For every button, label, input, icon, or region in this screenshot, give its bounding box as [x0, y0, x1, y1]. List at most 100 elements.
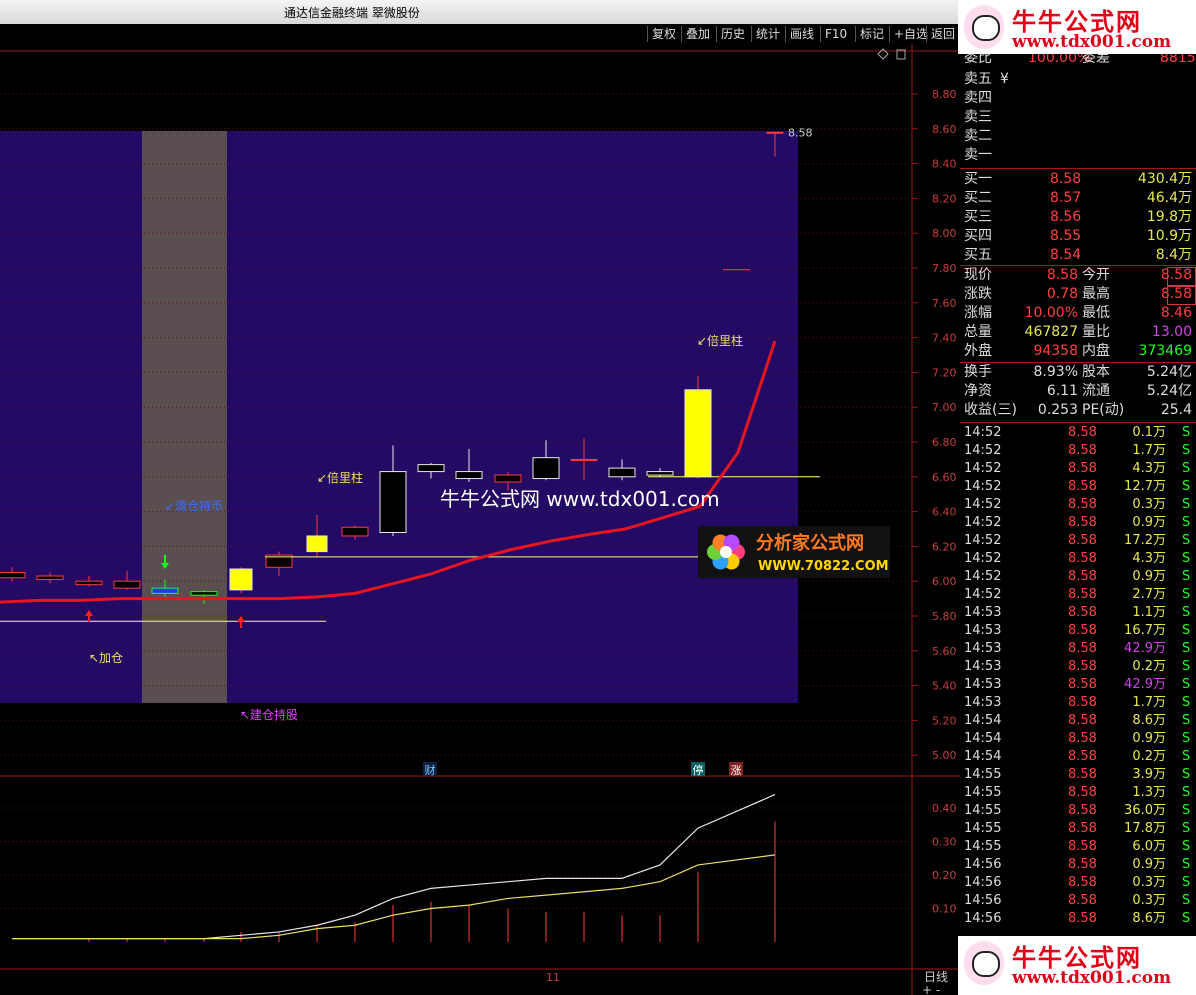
tick-row[interactable]: 14:52 8.58 4.3万 S [964, 460, 1196, 478]
toolbar-button-8[interactable]: 返回 [926, 26, 959, 42]
sell-row: 卖一 [964, 146, 1196, 165]
tick-volume: 12.7万 [1124, 479, 1166, 494]
tick-price: 8.58 [1068, 659, 1097, 674]
tick-volume: 0.3万 [1132, 875, 1166, 890]
candle-body [417, 464, 445, 473]
tick-time: 14:52 [964, 425, 1002, 440]
tick-row[interactable]: 14:53 8.58 1.7万 S [964, 694, 1196, 712]
tick-side: S [1182, 677, 1191, 692]
toolbar-button-6[interactable]: 标记 [855, 26, 888, 42]
tick-row[interactable]: 14:54 8.58 0.9万 S [964, 730, 1196, 748]
chart-watermark: 牛牛公式网 www.tdx001.com [440, 487, 720, 511]
sell-row: 卖三 [964, 108, 1196, 127]
quote-label: 外盘 [964, 343, 992, 359]
tick-row[interactable]: 14:53 8.58 16.7万 S [964, 622, 1196, 640]
tick-price: 8.58 [1068, 425, 1097, 440]
tick-row[interactable]: 14:53 8.58 42.9万 S [964, 640, 1196, 658]
clear-position-zone [142, 131, 227, 703]
event-badge-label: 停 [693, 763, 704, 777]
tick-row[interactable]: 14:52 8.58 0.1万 S [964, 424, 1196, 442]
tick-time: 14:56 [964, 911, 1002, 926]
tick-row[interactable]: 14:54 8.58 8.6万 S [964, 712, 1196, 730]
toolbar-button-5[interactable]: F10 [820, 26, 851, 42]
candle-body [455, 471, 483, 480]
quote-value: 373469 [1138, 343, 1192, 359]
tick-row[interactable]: 14:56 8.58 0.3万 S [964, 892, 1196, 910]
toolbar-button-1[interactable]: 叠加 [681, 26, 714, 42]
tick-volume: 0.2万 [1132, 659, 1166, 674]
event-badge-label: 财 [425, 763, 436, 777]
tick-time: 14:53 [964, 641, 1002, 656]
tick-price: 8.58 [1068, 857, 1097, 872]
tick-volume: 42.9万 [1124, 677, 1166, 692]
candle-body [0, 572, 26, 579]
tick-row[interactable]: 14:52 8.58 2.7万 S [964, 586, 1196, 604]
quote-label: 今开 [1082, 267, 1110, 283]
tick-row[interactable]: 14:52 8.58 4.3万 S [964, 550, 1196, 568]
tick-row[interactable]: 14:52 8.58 0.3万 S [964, 496, 1196, 514]
fundamental-value: 6.11 [1046, 383, 1078, 399]
value-highlight-box [1167, 267, 1196, 286]
tick-volume: 0.2万 [1132, 749, 1166, 764]
tick-row[interactable]: 14:54 8.58 0.2万 S [964, 748, 1196, 766]
tick-row[interactable]: 14:56 8.58 0.3万 S [964, 874, 1196, 892]
tick-volume: 0.1万 [1132, 425, 1166, 440]
tick-time: 14:56 [964, 875, 1002, 890]
date-label: 11 [546, 971, 560, 984]
buy-price: 8.56 [1050, 209, 1082, 225]
tick-price: 8.58 [1068, 479, 1097, 494]
volume-pillar-label: ↙倍里柱 [317, 470, 363, 485]
tick-row[interactable]: 14:55 8.58 17.8万 S [964, 820, 1196, 838]
toolbar-button-4[interactable]: 画线 [785, 26, 818, 42]
tick-row[interactable]: 14:53 8.58 42.9万 S [964, 676, 1196, 694]
tick-row[interactable]: 14:55 8.58 1.3万 S [964, 784, 1196, 802]
tick-row[interactable]: 14:52 8.58 0.9万 S [964, 568, 1196, 586]
kline-chart[interactable]: 8.80 8.60 8.40 8.20 8.00 7.80 7.60 7.40 7.20 7.00… [0, 44, 960, 995]
tick-side: S [1182, 731, 1191, 746]
sell-row: 卖五 ¥ [964, 70, 1196, 89]
tick-time: 14:52 [964, 533, 1002, 548]
tick-row[interactable]: 14:53 8.58 0.2万 S [964, 658, 1196, 676]
toolbar-button-0[interactable]: 复权 [647, 26, 680, 42]
tick-side: S [1182, 857, 1191, 872]
event-badge-label: 涨 [731, 764, 742, 777]
cow-logo-icon [964, 5, 1004, 49]
tick-row[interactable]: 14:55 8.58 6.0万 S [964, 838, 1196, 856]
tick-row[interactable]: 14:52 8.58 0.9万 S [964, 514, 1196, 532]
price-axis-label: 5.20 [932, 714, 957, 727]
tick-row[interactable]: 14:52 8.58 1.7万 S [964, 442, 1196, 460]
tick-time: 14:55 [964, 839, 1002, 854]
sell-row: 卖四 [964, 89, 1196, 108]
tick-row[interactable]: 14:55 8.58 36.0万 S [964, 802, 1196, 820]
tick-row[interactable]: 14:52 8.58 17.2万 S [964, 532, 1196, 550]
tick-volume: 0.3万 [1132, 497, 1166, 512]
tick-side: S [1182, 659, 1191, 674]
candle-body [75, 580, 103, 586]
quote-row: 总量 467827 量比 13.00 [964, 323, 1196, 342]
tick-row[interactable]: 14:53 8.58 1.1万 S [964, 604, 1196, 622]
tick-price: 8.58 [1068, 497, 1097, 512]
price-axis-label: 6.80 [932, 436, 957, 449]
tick-time: 14:56 [964, 857, 1002, 872]
quote-value: 8.46 [1160, 305, 1192, 321]
watermark-top: 牛牛公式网 www.tdx001.com [958, 0, 1196, 54]
tick-volume: 2.7万 [1132, 587, 1166, 602]
tick-row[interactable]: 14:56 8.58 0.9万 S [964, 856, 1196, 874]
tick-row[interactable]: 14:56 8.58 8.6万 S [964, 910, 1196, 928]
price-axis-label: 8.60 [932, 123, 957, 136]
watermark-url: www.tdx001.com [1012, 32, 1172, 52]
fundamental-label: 股本 [1082, 364, 1110, 380]
tick-price: 8.58 [1068, 749, 1097, 764]
tick-row[interactable]: 14:52 8.58 12.7万 S [964, 478, 1196, 496]
tick-row[interactable]: 14:55 8.58 3.9万 S [964, 766, 1196, 784]
quote-label: 涨跌 [964, 286, 992, 302]
fundamental-label: 收益(三) [964, 402, 1017, 418]
candle-body [190, 591, 218, 596]
tick-volume: 8.6万 [1132, 713, 1166, 728]
candle-body [532, 457, 560, 480]
volume-axis-label: 0.30 [932, 836, 957, 849]
toolbar-button-2[interactable]: 历史 [716, 26, 749, 42]
quote-label: 内盘 [1082, 343, 1110, 359]
toolbar-button-3[interactable]: 统计 [751, 26, 784, 42]
fundamental-value: 5.24亿 [1146, 364, 1192, 380]
